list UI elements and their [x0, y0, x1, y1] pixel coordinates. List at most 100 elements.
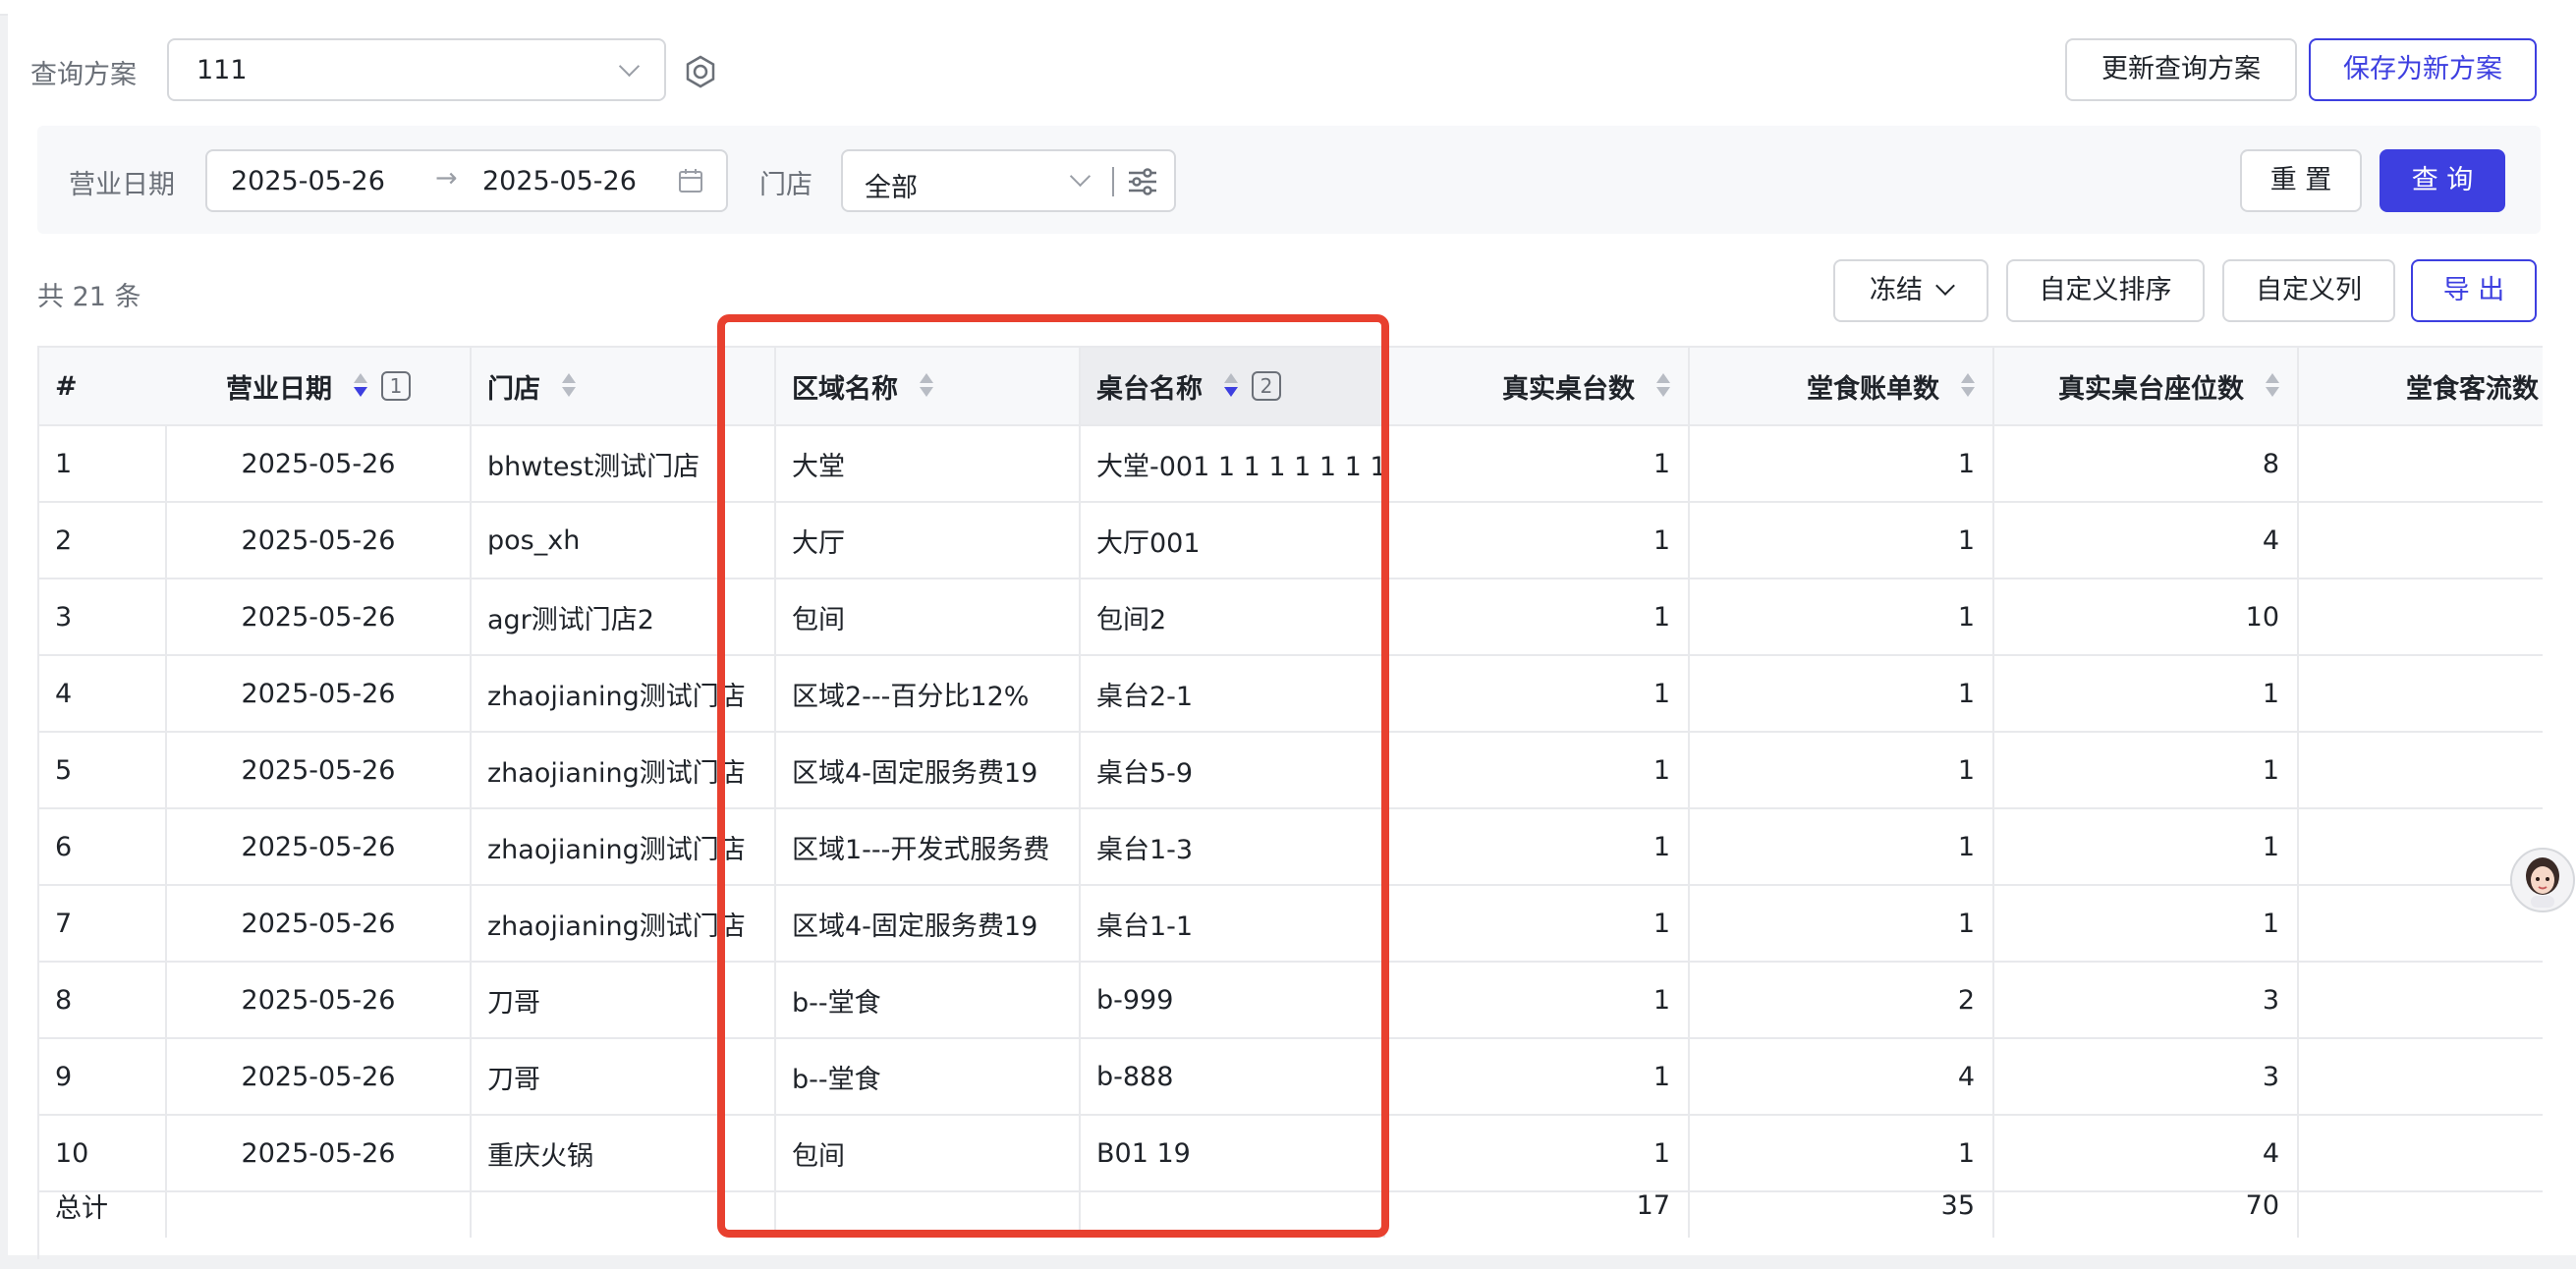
cell-business-date: 2025-05-26	[167, 426, 472, 501]
sort-order-badge: 1	[381, 371, 411, 401]
cell-real-table-count: 1	[1385, 886, 1690, 961]
column-header-label: 堂食客流数	[2406, 373, 2539, 405]
query-scheme-label: 查询方案	[30, 60, 137, 90]
cell-real-table-count: 1	[1385, 963, 1690, 1037]
highlight-box	[717, 314, 1389, 1238]
calendar-icon	[679, 169, 702, 193]
cell-business-date: 2025-05-26	[167, 1039, 472, 1114]
cell-business-date: 2025-05-26	[167, 886, 472, 961]
cell-real-table-count: 1	[1385, 426, 1690, 501]
business-date-range-picker[interactable]: 2025-05-26 → 2025-05-26	[205, 149, 728, 212]
sort-icon[interactable]	[354, 372, 367, 400]
cell-real-table-count: 1	[1385, 579, 1690, 654]
table-cell	[167, 1173, 472, 1238]
cell-index: 2	[39, 503, 167, 578]
query-button[interactable]: 查 询	[2380, 149, 2505, 212]
total-label: 总计	[39, 1173, 167, 1238]
column-header-business-date[interactable]: 营业日期 1	[167, 348, 472, 424]
sort-icon[interactable]	[1961, 372, 1975, 400]
chevron-down-icon	[618, 55, 641, 78]
column-header-label: 真实桌台座位数	[2058, 373, 2244, 405]
cell-dine-in-bills: 1	[1690, 886, 1994, 961]
cell-real-table-count: 1	[1385, 656, 1690, 731]
range-arrow-icon: →	[435, 163, 458, 193]
cell-real-table-count: 1	[1385, 1039, 1690, 1114]
reset-button[interactable]: 重 置	[2240, 149, 2362, 212]
cell-business-date: 2025-05-26	[167, 963, 472, 1037]
cell-real-table-count: 1	[1385, 809, 1690, 884]
cell-dine-in-bills: 1	[1690, 503, 1994, 578]
column-header-dine-in-guests[interactable]: 堂食客流数	[2299, 348, 2543, 424]
business-date-label: 营业日期	[69, 170, 175, 200]
column-header-real-table-count[interactable]: 真实桌台数	[1385, 348, 1690, 424]
chevron-down-icon	[1069, 165, 1092, 188]
cell-dine-in-guests	[2299, 733, 2543, 807]
gear-icon[interactable]	[684, 55, 717, 88]
cell-index: 1	[39, 426, 167, 501]
update-query-scheme-button[interactable]: 更新查询方案	[2065, 38, 2297, 101]
cell-dine-in-bills: 1	[1690, 809, 1994, 884]
cell-dine-in-guests	[2299, 1039, 2543, 1114]
total-count: 共 21 条	[37, 282, 141, 312]
cell-index: 9	[39, 1039, 167, 1114]
column-header-label: 营业日期	[226, 373, 332, 405]
cell-real-seat-count: 4	[1994, 503, 2299, 578]
query-scheme-select[interactable]: 111	[167, 38, 666, 101]
store-select[interactable]: 全部	[841, 149, 1176, 212]
cell-dine-in-guests	[2299, 963, 2543, 1037]
cell-real-table-count: 1	[1385, 503, 1690, 578]
start-date-input[interactable]: 2025-05-26	[231, 166, 385, 196]
sliders-icon[interactable]	[1126, 167, 1159, 196]
column-header-index: #	[55, 370, 78, 402]
query-scheme-value: 111	[196, 55, 248, 85]
total-real-table-count: 17	[1385, 1173, 1690, 1238]
cell-real-seat-count: 1	[1994, 886, 2299, 961]
store-select-value: 全部	[865, 173, 918, 203]
cell-dine-in-bills: 1	[1690, 733, 1994, 807]
cell-dine-in-bills: 2	[1690, 963, 1994, 1037]
cell-business-date: 2025-05-26	[167, 656, 472, 731]
custom-columns-button[interactable]: 自定义列	[2222, 259, 2395, 322]
save-new-scheme-button[interactable]: 保存为新方案	[2309, 38, 2537, 101]
cell-real-seat-count: 3	[1994, 1039, 2299, 1114]
assistant-avatar-icon[interactable]	[2509, 847, 2576, 913]
cell-index: 5	[39, 733, 167, 807]
cell-real-seat-count: 1	[1994, 809, 2299, 884]
cell-index: 8	[39, 963, 167, 1037]
store-filter-label: 门店	[759, 170, 812, 200]
sort-icon[interactable]	[1656, 372, 1670, 400]
column-header-dine-in-bills[interactable]: 堂食账单数	[1690, 348, 1994, 424]
column-header-label: 门店	[487, 373, 540, 405]
cell-business-date: 2025-05-26	[167, 503, 472, 578]
sort-icon[interactable]	[562, 372, 576, 400]
cell-index: 4	[39, 656, 167, 731]
cell-real-seat-count: 8	[1994, 426, 2299, 501]
cell-business-date: 2025-05-26	[167, 579, 472, 654]
column-header-real-seat-count[interactable]: 真实桌台座位数	[1994, 348, 2299, 424]
cell-dine-in-guests	[2299, 886, 2543, 961]
cell-index: 6	[39, 809, 167, 884]
column-header-label: 真实桌台数	[1502, 373, 1635, 405]
sort-icon[interactable]	[2266, 372, 2279, 400]
cell-real-seat-count: 1	[1994, 656, 2299, 731]
cell-dine-in-bills: 1	[1690, 656, 1994, 731]
cell-real-seat-count: 3	[1994, 963, 2299, 1037]
cell-real-seat-count: 1	[1994, 733, 2299, 807]
freeze-button[interactable]: 冻结	[1833, 259, 1988, 322]
cell-dine-in-bills: 1	[1690, 579, 1994, 654]
custom-sort-button[interactable]: 自定义排序	[2006, 259, 2205, 322]
total-dine-in-bills: 35	[1690, 1173, 1994, 1238]
export-button[interactable]: 导 出	[2411, 259, 2537, 322]
table-cell	[2299, 1173, 2543, 1238]
total-real-seat-count: 70	[1994, 1173, 2299, 1238]
column-header-label: 堂食账单数	[1807, 373, 1939, 405]
end-date-input[interactable]: 2025-05-26	[482, 166, 637, 196]
cell-dine-in-guests	[2299, 503, 2543, 578]
cell-index: 7	[39, 886, 167, 961]
chevron-down-icon	[1935, 276, 1955, 296]
cell-dine-in-bills: 1	[1690, 426, 1994, 501]
cell-dine-in-bills: 4	[1690, 1039, 1994, 1114]
cell-dine-in-guests	[2299, 809, 2543, 884]
cell-real-seat-count: 10	[1994, 579, 2299, 654]
cell-business-date: 2025-05-26	[167, 809, 472, 884]
